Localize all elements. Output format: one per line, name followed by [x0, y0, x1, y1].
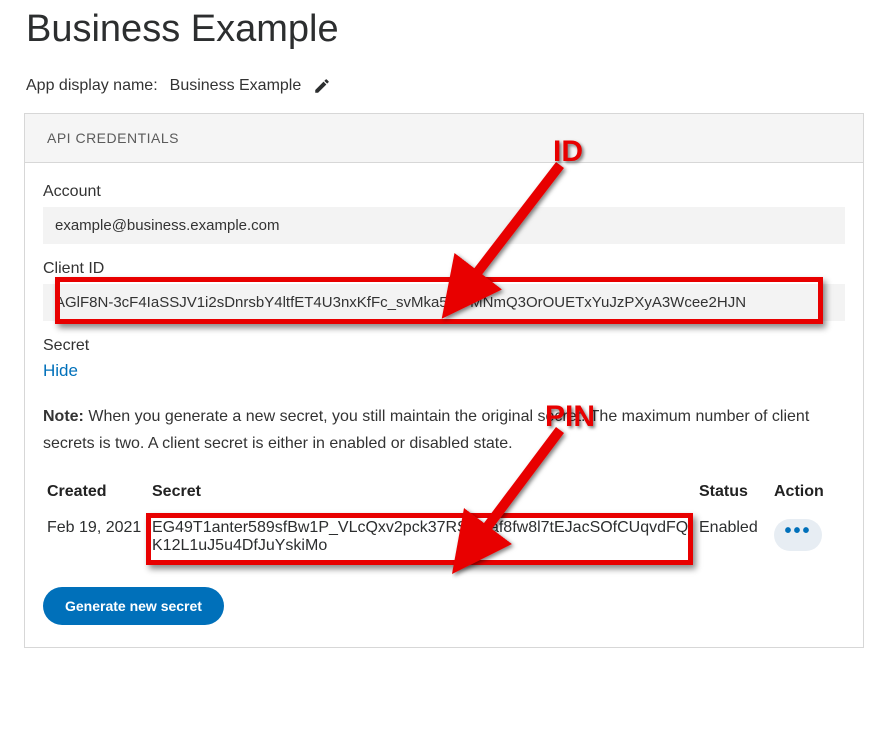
card-header: API CREDENTIALS: [25, 114, 863, 163]
client-id-value: AGlF8N-3cF4IaSSJV1i2sDnrsbY4ltfET4U3nxKf…: [43, 284, 845, 321]
page-title: Business Example: [0, 0, 888, 69]
action-menu-button[interactable]: •••: [774, 519, 822, 551]
note-text: Note: When you generate a new secret, yo…: [43, 403, 845, 457]
api-credentials-card: API CREDENTIALS Account example@business…: [24, 113, 864, 648]
col-header-action: Action: [770, 475, 845, 509]
client-id-text: AGlF8N-3cF4IaSSJV1i2sDnrsbY4ltfET4U3nxKf…: [55, 294, 746, 311]
secret-hide-link[interactable]: Hide: [43, 361, 78, 380]
generate-new-secret-button[interactable]: Generate new secret: [43, 587, 224, 625]
col-header-status: Status: [695, 475, 770, 509]
cell-secret: EG49T1anter589sfBw1P_VLcQxv2pck37RSDXaf8…: [148, 509, 695, 565]
account-value: example@business.example.com: [43, 207, 845, 244]
secret-text: EG49T1anter589sfBw1P_VLcQxv2pck37RSDXaf8…: [152, 519, 688, 554]
col-header-secret: Secret: [148, 475, 695, 509]
cell-action: •••: [770, 509, 845, 565]
secret-label: Secret: [43, 337, 845, 355]
app-display-value: Business Example: [170, 77, 302, 95]
edit-icon[interactable]: [313, 77, 331, 95]
client-id-label: Client ID: [43, 260, 845, 278]
app-display-row: App display name: Business Example: [0, 69, 888, 113]
table-row: Feb 19, 2021 EG49T1anter589sfBw1P_VLcQxv…: [43, 509, 845, 565]
note-bold: Note:: [43, 408, 84, 425]
note-body: When you generate a new secret, you stil…: [43, 408, 809, 452]
cell-created: Feb 19, 2021: [43, 509, 148, 565]
col-header-created: Created: [43, 475, 148, 509]
cell-status: Enabled: [695, 509, 770, 565]
app-display-label: App display name:: [26, 77, 158, 95]
secrets-table: Created Secret Status Action Feb 19, 202…: [43, 475, 845, 565]
account-label: Account: [43, 183, 845, 201]
